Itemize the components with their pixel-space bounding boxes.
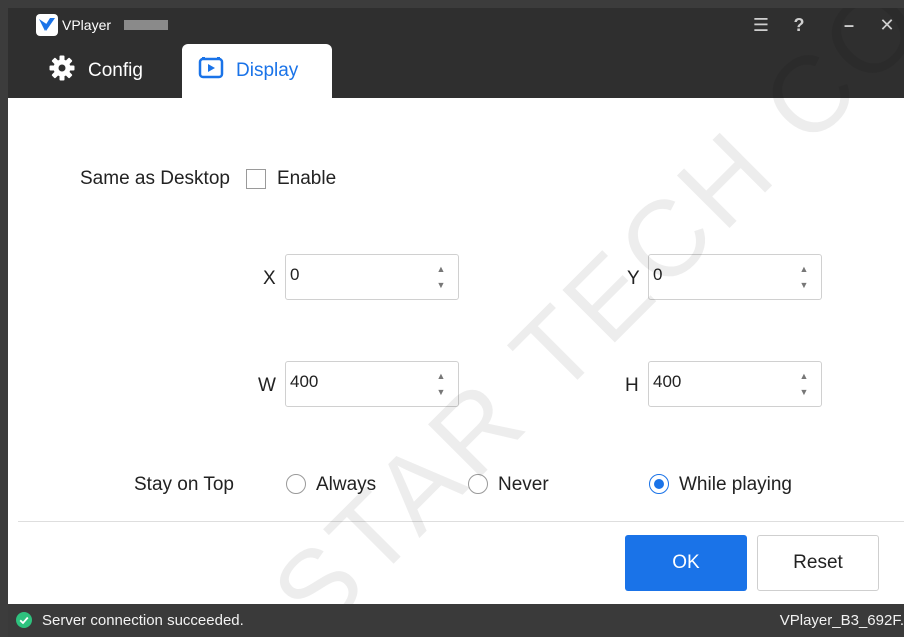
y-decrement-icon[interactable]: ▼ <box>797 279 811 291</box>
play-screen-icon <box>198 56 224 86</box>
reset-button[interactable]: Reset <box>757 535 879 591</box>
help-icon[interactable]: ? <box>786 12 812 38</box>
w-spinbox[interactable]: 400 ▲ ▼ <box>285 361 459 407</box>
close-button[interactable]: ✕ <box>874 12 900 38</box>
x-spinbox[interactable]: 0 ▲ ▼ <box>285 254 459 300</box>
y-increment-icon[interactable]: ▲ <box>797 263 811 275</box>
vplayer-logo-icon <box>36 14 58 36</box>
h-spinbox[interactable]: 400 ▲ ▼ <box>648 361 822 407</box>
version-label: VPlayer_B3_692F. <box>779 612 904 629</box>
h-increment-icon[interactable]: ▲ <box>797 370 811 382</box>
w-label: W <box>258 375 276 396</box>
enable-checkbox[interactable] <box>246 169 266 189</box>
tab-display-label: Display <box>236 60 299 81</box>
status-message: Server connection succeeded. <box>42 612 244 629</box>
stay-on-top-label: Stay on Top <box>134 474 235 495</box>
divider <box>18 521 904 522</box>
enable-label: Enable <box>277 168 337 189</box>
x-increment-icon[interactable]: ▲ <box>434 263 448 275</box>
h-label: H <box>625 375 639 396</box>
x-value[interactable]: 0 <box>290 265 299 285</box>
x-label: X <box>263 268 276 289</box>
radio-while-playing[interactable] <box>649 474 669 494</box>
radio-always-label: Always <box>316 474 377 495</box>
vplayer-window: VPlayer ☰ ? – ✕ Config Display Same as D… <box>8 8 904 637</box>
tab-config-label: Config <box>88 60 143 81</box>
w-increment-icon[interactable]: ▲ <box>434 370 448 382</box>
y-spinbox[interactable]: 0 ▲ ▼ <box>648 254 822 300</box>
tab-config[interactable]: Config <box>36 44 176 98</box>
title-bar: VPlayer ☰ ? – ✕ Config Display <box>8 8 904 98</box>
menu-icon[interactable]: ☰ <box>748 12 774 38</box>
check-circle-icon <box>16 612 32 628</box>
w-value[interactable]: 400 <box>290 372 318 392</box>
tab-display[interactable]: Display <box>182 44 332 98</box>
app-title: VPlayer <box>62 17 112 33</box>
w-decrement-icon[interactable]: ▼ <box>434 386 448 398</box>
status-bar: Server connection succeeded. VPlayer_B3_… <box>8 604 904 637</box>
radio-always[interactable] <box>286 474 306 494</box>
y-value[interactable]: 0 <box>653 265 662 285</box>
radio-never[interactable] <box>468 474 488 494</box>
ok-button[interactable]: OK <box>625 535 747 591</box>
same-as-desktop-label: Same as Desktop <box>80 168 230 189</box>
h-value[interactable]: 400 <box>653 372 681 392</box>
radio-never-label: Never <box>498 474 549 495</box>
radio-while-playing-label: While playing <box>679 474 792 495</box>
y-label: Y <box>627 268 640 289</box>
minimize-button[interactable]: – <box>836 12 862 38</box>
h-decrement-icon[interactable]: ▼ <box>797 386 811 398</box>
redacted-title-segment <box>124 20 168 30</box>
x-decrement-icon[interactable]: ▼ <box>434 279 448 291</box>
gear-icon <box>48 54 76 88</box>
